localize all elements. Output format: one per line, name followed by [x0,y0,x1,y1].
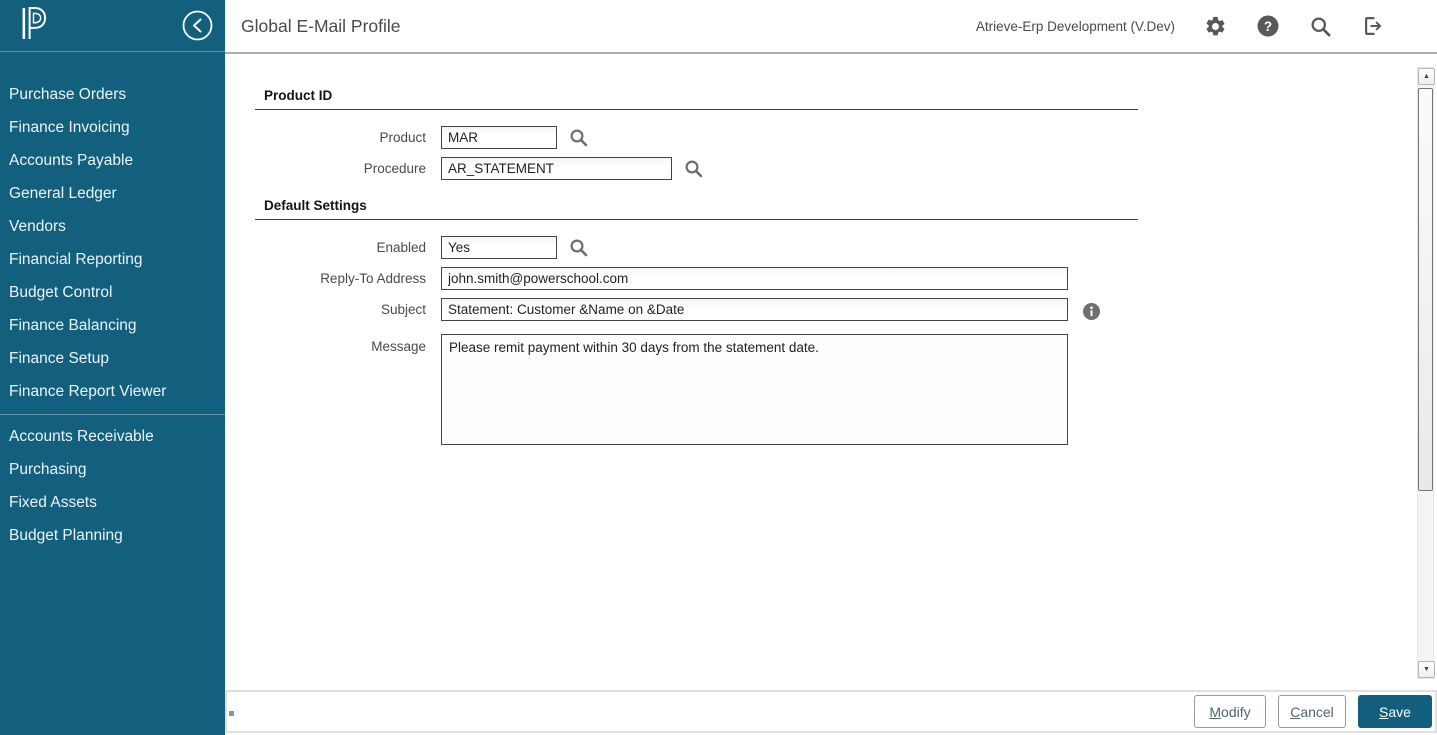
enabled-row: Enabled [255,236,1138,259]
sidebar-item-budget-control[interactable]: Budget Control [0,276,225,309]
sidebar-item-budget-planning[interactable]: Budget Planning [0,519,225,552]
logout-button[interactable] [1361,14,1385,38]
lookup-search-icon [684,159,703,178]
top-bar: Global E-Mail Profile Atrieve-Erp Develo… [225,0,1437,54]
environment-name: Atrieve-Erp Development (V.Dev) [976,19,1175,34]
sidebar-nav: Purchase Orders Finance Invoicing Accoun… [0,52,225,552]
scrollbar-thumb[interactable] [1418,88,1433,491]
logout-icon [1361,14,1385,38]
svg-text:?: ? [1264,19,1272,34]
product-label: Product [255,130,434,145]
gear-icon [1204,15,1227,38]
sidebar-item-financial-reporting[interactable]: Financial Reporting [0,243,225,276]
sidebar-item-purchasing[interactable]: Purchasing [0,453,225,486]
enabled-label: Enabled [255,240,434,255]
scrollbar-up-button[interactable]: ▲ [1418,68,1435,85]
cancel-button-label: Cancel [1290,704,1334,720]
cancel-button[interactable]: Cancel [1278,695,1346,728]
reply-to-input[interactable] [441,267,1068,290]
search-button[interactable] [1309,15,1332,38]
save-button[interactable]: Save [1358,695,1432,728]
product-lookup-button[interactable] [569,128,588,147]
reply-to-label: Reply-To Address [255,271,434,286]
sidebar-item-finance-balancing[interactable]: Finance Balancing [0,309,225,342]
main-content: Product ID Product Procedure Default Set… [225,54,1437,690]
settings-button[interactable] [1204,15,1227,38]
subject-input[interactable] [441,298,1068,321]
collapse-sidebar-button[interactable] [182,10,213,41]
modify-button-label: Modify [1209,704,1250,720]
procedure-label: Procedure [255,161,434,176]
sidebar-item-accounts-receivable[interactable]: Accounts Receivable [0,420,225,453]
action-footer: Modify Cancel Save [225,690,1437,733]
footer-grip-dot [229,711,234,716]
scrollbar-down-button[interactable]: ▼ [1418,661,1435,678]
section-heading-default-settings: Default Settings [255,198,1138,220]
product-row: Product [255,126,1138,149]
message-label: Message [255,334,434,354]
sidebar-item-vendors[interactable]: Vendors [0,210,225,243]
message-row: Message Please remit payment within 30 d… [255,334,1138,445]
search-icon [1309,15,1332,38]
lookup-search-icon [569,128,588,147]
topbar-actions: Atrieve-Erp Development (V.Dev) ? [976,14,1437,38]
save-button-label: Save [1379,704,1411,720]
lookup-search-icon [569,238,588,257]
chevron-left-icon [182,10,213,41]
sidebar-item-general-ledger[interactable]: General Ledger [0,177,225,210]
info-icon [1083,303,1100,320]
scrollbar-up-icon: ▲ [1423,73,1430,80]
powerschool-logo-icon [19,6,48,46]
subject-row: Subject [255,298,1138,321]
sidebar-item-fixed-assets[interactable]: Fixed Assets [0,486,225,519]
procedure-input[interactable] [441,157,672,180]
sidebar-item-finance-invoicing[interactable]: Finance Invoicing [0,111,225,144]
sidebar-group-divider [0,414,225,415]
sidebar: Purchase Orders Finance Invoicing Accoun… [0,0,225,735]
global-email-profile-form: Product ID Product Procedure Default Set… [255,88,1138,445]
reply-to-row: Reply-To Address [255,267,1138,290]
sidebar-header [0,0,225,52]
subject-info-button[interactable] [1083,303,1100,320]
procedure-row: Procedure [255,157,1138,180]
sidebar-item-accounts-payable[interactable]: Accounts Payable [0,144,225,177]
help-icon: ? [1256,14,1280,38]
sidebar-item-finance-report-viewer[interactable]: Finance Report Viewer [0,375,225,408]
enabled-lookup-button[interactable] [569,238,588,257]
scrollbar-down-icon: ▼ [1423,666,1430,673]
product-input[interactable] [441,126,557,149]
help-button[interactable]: ? [1256,14,1280,38]
subject-label: Subject [255,302,434,317]
page-title: Global E-Mail Profile [225,16,401,37]
sidebar-item-finance-setup[interactable]: Finance Setup [0,342,225,375]
procedure-lookup-button[interactable] [684,159,703,178]
vertical-scrollbar[interactable]: ▲ ▼ [1417,67,1434,679]
section-heading-product-id: Product ID [255,88,1138,110]
enabled-input[interactable] [441,236,557,259]
sidebar-item-purchase-orders[interactable]: Purchase Orders [0,78,225,111]
message-textarea[interactable]: Please remit payment within 30 days from… [441,334,1068,445]
modify-button[interactable]: Modify [1194,695,1266,728]
